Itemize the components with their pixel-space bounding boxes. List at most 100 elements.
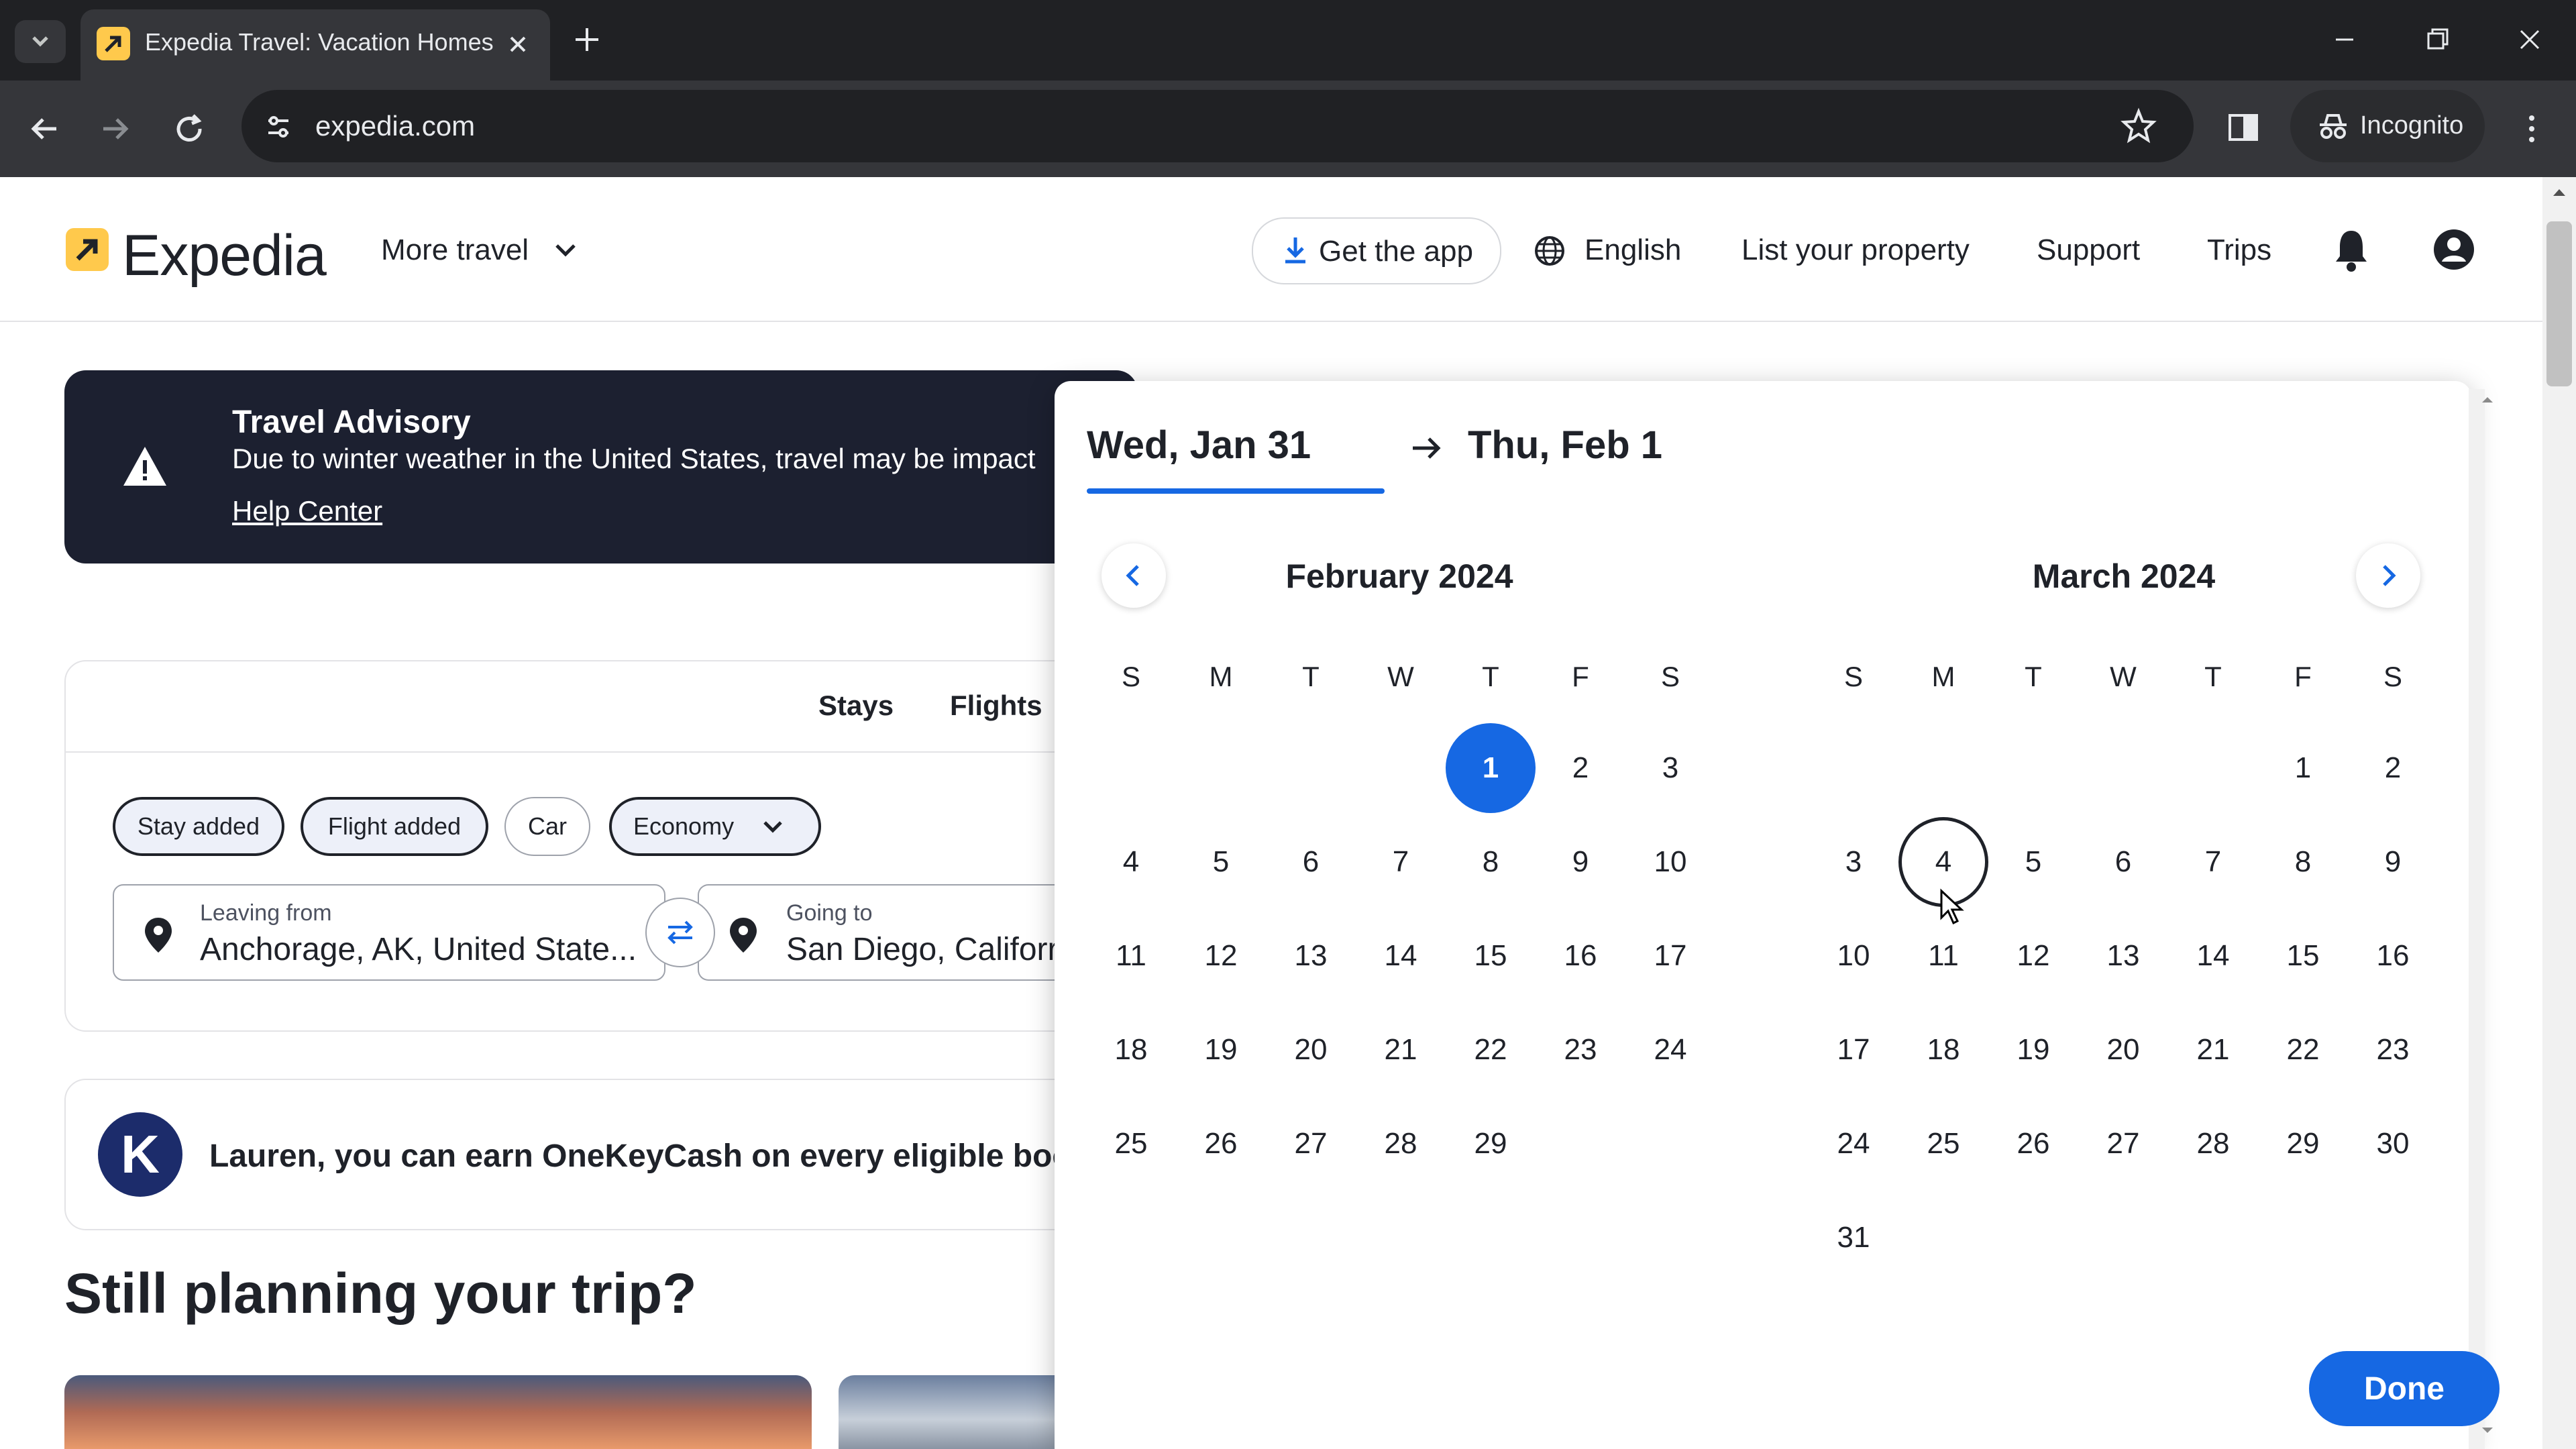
calendar-day[interactable]: 4 xyxy=(1086,815,1176,909)
calendar-day[interactable]: 23 xyxy=(2348,1003,2438,1097)
calendar-day[interactable]: 17 xyxy=(1809,1003,1898,1097)
calendar-day[interactable]: 20 xyxy=(1266,1003,1356,1097)
calendar-day[interactable]: 2 xyxy=(1536,721,1625,815)
calendar-day[interactable]: 15 xyxy=(2258,909,2348,1003)
date-picker-scrollbar[interactable] xyxy=(2469,389,2485,1449)
trips-link[interactable]: Trips xyxy=(2207,233,2271,267)
going-to-field[interactable]: Going to San Diego, Califorr xyxy=(698,884,1114,981)
calendar-day[interactable]: 21 xyxy=(1356,1003,1446,1097)
calendar-day[interactable]: 11 xyxy=(1086,909,1176,1003)
calendar-day[interactable]: 16 xyxy=(1536,909,1625,1003)
help-center-link[interactable]: Help Center xyxy=(232,495,382,527)
account-icon[interactable] xyxy=(2432,228,2475,271)
new-tab-icon[interactable] xyxy=(570,23,604,56)
calendar-day[interactable]: 25 xyxy=(1898,1097,1988,1191)
tab-stays[interactable]: Stays xyxy=(818,690,894,722)
calendar-day[interactable]: 25 xyxy=(1086,1097,1176,1191)
calendar-day[interactable]: 8 xyxy=(2258,815,2348,909)
next-month-button[interactable] xyxy=(2356,543,2420,608)
calendar-day[interactable]: 9 xyxy=(2348,815,2438,909)
browser-tab[interactable]: Expedia Travel: Vacation Homes xyxy=(80,9,550,80)
reload-icon[interactable] xyxy=(169,109,209,149)
calendar-day[interactable]: 24 xyxy=(1625,1003,1715,1097)
bell-icon[interactable] xyxy=(2330,227,2372,274)
stay-added-chip[interactable]: Stay added xyxy=(113,797,284,856)
window-close-icon[interactable] xyxy=(2513,23,2546,56)
calendar-day[interactable]: 22 xyxy=(1446,1003,1536,1097)
calendar-day[interactable]: 7 xyxy=(2168,815,2258,909)
forward-arrow-icon[interactable] xyxy=(95,109,136,149)
calendar-day[interactable]: 2 xyxy=(2348,721,2438,815)
calendar-day[interactable]: 12 xyxy=(1988,909,2078,1003)
end-date-tab[interactable]: Thu, Feb 1 xyxy=(1468,423,1662,468)
calendar-day[interactable]: 20 xyxy=(2078,1003,2168,1097)
calendar-day[interactable]: 18 xyxy=(1898,1003,1988,1097)
onekey-cash-banner[interactable]: K Lauren, you can earn OneKeyCash on eve… xyxy=(64,1079,1140,1230)
tab-flights[interactable]: Flights xyxy=(950,690,1042,722)
calendar-day[interactable]: 24 xyxy=(1809,1097,1898,1191)
page-scrollbar-thumb[interactable] xyxy=(2546,221,2572,386)
car-chip[interactable]: Car xyxy=(504,797,590,856)
site-settings-icon[interactable] xyxy=(262,110,295,144)
get-the-app-button[interactable]: Get the app xyxy=(1252,217,1501,284)
leaving-from-field[interactable]: Leaving from Anchorage, AK, United State… xyxy=(113,884,665,981)
calendar-day[interactable]: 30 xyxy=(2348,1097,2438,1191)
side-panel-icon[interactable] xyxy=(2224,109,2262,146)
calendar-day[interactable]: 1 xyxy=(2258,721,2348,815)
calendar-day[interactable]: 27 xyxy=(1266,1097,1356,1191)
calendar-day[interactable]: 10 xyxy=(1625,815,1715,909)
calendar-day[interactable]: 1 xyxy=(1446,721,1536,815)
bookmark-star-icon[interactable] xyxy=(2120,107,2157,145)
calendar-day[interactable]: 27 xyxy=(2078,1097,2168,1191)
flight-added-chip[interactable]: Flight added xyxy=(301,797,488,856)
calendar-day[interactable]: 19 xyxy=(1176,1003,1266,1097)
close-tab-icon[interactable] xyxy=(503,30,533,59)
calendar-day[interactable]: 14 xyxy=(1356,909,1446,1003)
calendar-day[interactable]: 29 xyxy=(2258,1097,2348,1191)
calendar-day[interactable]: 6 xyxy=(2078,815,2168,909)
scroll-up-arrow-icon[interactable] xyxy=(2549,182,2569,203)
calendar-day[interactable]: 21 xyxy=(2168,1003,2258,1097)
incognito-badge[interactable]: Incognito xyxy=(2290,90,2485,162)
done-button[interactable]: Done xyxy=(2309,1351,2500,1426)
calendar-day[interactable]: 15 xyxy=(1446,909,1536,1003)
address-bar[interactable]: expedia.com xyxy=(241,90,2194,162)
cabin-class-dropdown[interactable]: Economy xyxy=(609,797,821,856)
restore-icon[interactable] xyxy=(2420,23,2454,56)
calendar-day[interactable]: 13 xyxy=(2078,909,2168,1003)
picker-scroll-down-icon[interactable] xyxy=(2479,1422,2496,1438)
calendar-day[interactable]: 7 xyxy=(1356,815,1446,909)
calendar-day[interactable]: 3 xyxy=(1809,815,1898,909)
calendar-day[interactable]: 18 xyxy=(1086,1003,1176,1097)
back-arrow-icon[interactable] xyxy=(24,109,64,149)
calendar-day[interactable]: 14 xyxy=(2168,909,2258,1003)
calendar-day[interactable]: 16 xyxy=(2348,909,2438,1003)
calendar-day[interactable]: 26 xyxy=(1176,1097,1266,1191)
calendar-day[interactable]: 3 xyxy=(1625,721,1715,815)
list-property-link[interactable]: List your property xyxy=(1741,233,1970,267)
calendar-day[interactable]: 31 xyxy=(1809,1191,1898,1285)
previous-month-button[interactable] xyxy=(1102,543,1166,608)
calendar-day[interactable]: 13 xyxy=(1266,909,1356,1003)
calendar-day[interactable]: 23 xyxy=(1536,1003,1625,1097)
calendar-day[interactable]: 5 xyxy=(1988,815,2078,909)
calendar-day[interactable]: 17 xyxy=(1625,909,1715,1003)
picker-scroll-up-icon[interactable] xyxy=(2479,392,2496,408)
calendar-day[interactable]: 12 xyxy=(1176,909,1266,1003)
calendar-day[interactable]: 8 xyxy=(1446,815,1536,909)
calendar-day[interactable]: 22 xyxy=(2258,1003,2348,1097)
language-selector[interactable]: English xyxy=(1585,233,1681,267)
calendar-day[interactable]: 28 xyxy=(2168,1097,2258,1191)
calendar-day[interactable]: 6 xyxy=(1266,815,1356,909)
browser-menu-icon[interactable] xyxy=(2517,109,2546,149)
start-date-tab[interactable]: Wed, Jan 31 xyxy=(1087,423,1311,468)
calendar-day[interactable]: 29 xyxy=(1446,1097,1536,1191)
more-travel-menu[interactable]: More travel xyxy=(381,233,529,267)
calendar-day[interactable]: 28 xyxy=(1356,1097,1446,1191)
swap-locations-button[interactable] xyxy=(645,898,715,967)
calendar-day[interactable]: 9 xyxy=(1536,815,1625,909)
tab-search-button[interactable] xyxy=(15,20,66,63)
support-link[interactable]: Support xyxy=(2037,233,2140,267)
calendar-day[interactable]: 19 xyxy=(1988,1003,2078,1097)
calendar-day[interactable]: 5 xyxy=(1176,815,1266,909)
